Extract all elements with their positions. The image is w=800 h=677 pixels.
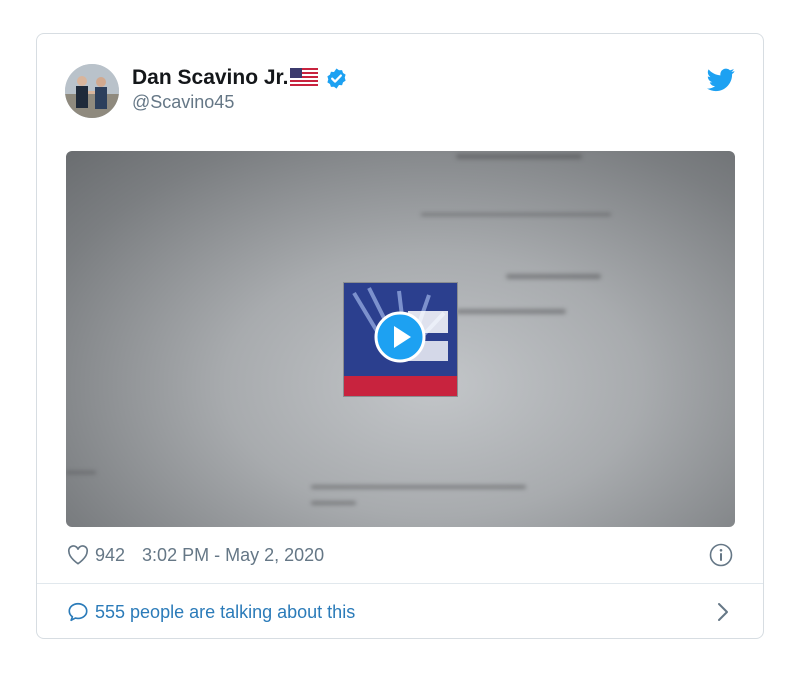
blurred-text (421, 213, 611, 216)
blurred-text (311, 501, 356, 505)
twitter-bird-icon[interactable] (707, 68, 735, 92)
conversation-link[interactable]: 555 people are talking about this (67, 597, 733, 627)
display-name-row[interactable]: Dan Scavino Jr. (132, 64, 348, 92)
chevron-right-icon[interactable] (717, 602, 729, 622)
like-count[interactable]: 942 (95, 545, 125, 566)
display-name[interactable]: Dan Scavino Jr. (132, 64, 288, 92)
thumbnail-banner (344, 376, 457, 396)
conversation-text[interactable]: 555 people are talking about this (95, 602, 355, 623)
blurred-text (456, 309, 566, 314)
blurred-text (311, 485, 526, 489)
speech-bubble-icon (67, 601, 89, 623)
tweet-meta: 942 3:02 PM - May 2, 2020 (67, 540, 733, 570)
user-handle[interactable]: @Scavino45 (132, 91, 348, 113)
verified-badge-icon (325, 67, 348, 90)
user-names: Dan Scavino Jr. @Scavino45 (132, 64, 348, 113)
tweet-timestamp[interactable]: 3:02 PM - May 2, 2020 (142, 545, 324, 566)
video-thumbnail[interactable] (343, 282, 458, 397)
video-player[interactable] (66, 151, 735, 527)
tweet-header: Dan Scavino Jr. @Scavino45 (65, 64, 735, 120)
blurred-text (506, 274, 601, 279)
tweet-card: Dan Scavino Jr. @Scavino45 942 3:02 PM -… (36, 33, 764, 639)
play-icon[interactable] (374, 311, 426, 363)
blurred-text (66, 471, 96, 474)
info-icon[interactable] (709, 543, 733, 567)
heart-icon[interactable] (67, 545, 89, 565)
avatar[interactable] (65, 64, 119, 118)
divider (37, 583, 763, 584)
blurred-text (456, 154, 582, 159)
us-flag-icon (290, 68, 319, 88)
